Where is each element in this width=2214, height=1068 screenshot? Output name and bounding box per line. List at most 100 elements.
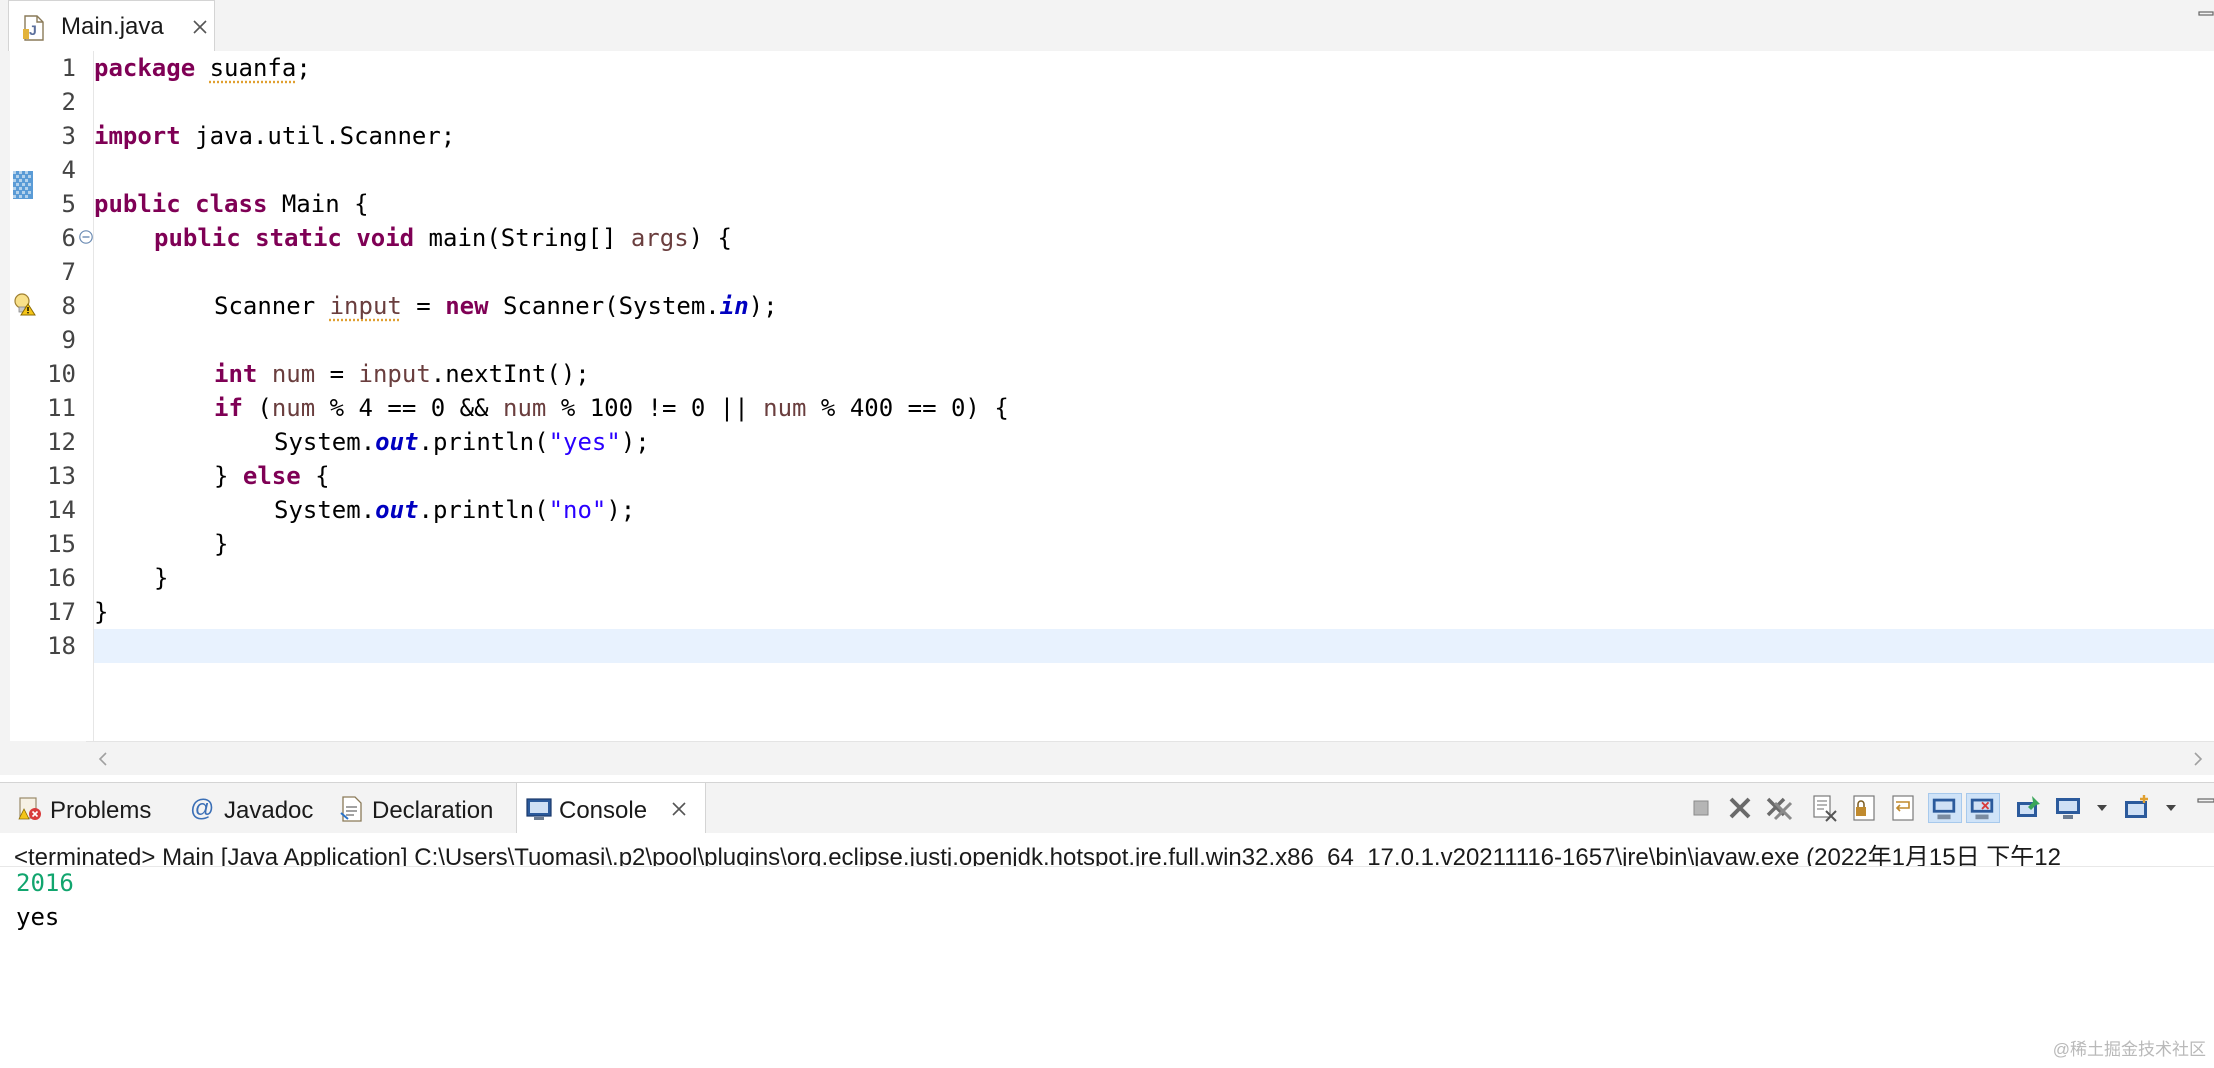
code-line[interactable] — [94, 255, 2214, 289]
tab-label: Problems — [50, 797, 152, 824]
code-line[interactable] — [94, 153, 2214, 187]
console-icon — [526, 798, 552, 820]
scroll-right-icon[interactable] — [2191, 750, 2205, 768]
line-number: 14 — [47, 496, 76, 524]
code-token: = — [315, 360, 359, 388]
code-line[interactable]: if (num % 4 == 0 && num % 100 != 0 || nu… — [94, 391, 2214, 425]
show-console-on-stdout-icon — [1932, 798, 1956, 820]
code-token: input — [358, 360, 431, 388]
code-token: public — [94, 190, 181, 218]
code-token: new — [445, 292, 489, 320]
code-token: = — [401, 292, 446, 320]
code-token: { — [300, 462, 330, 490]
code-token: suanfa — [209, 54, 297, 82]
minimize-icon[interactable] — [2192, 793, 2214, 823]
code-token: } — [154, 564, 169, 592]
pin-console-icon[interactable] — [2014, 793, 2044, 823]
line-number: 4 — [61, 156, 76, 184]
code-token: num — [271, 360, 316, 388]
display-selected-console-icon[interactable] — [2053, 793, 2083, 823]
collapse-icon[interactable] — [78, 229, 94, 245]
code-token: .println( — [418, 496, 549, 524]
clear-console-icon[interactable] — [1810, 793, 1840, 823]
code-area[interactable]: 1 2 3 4 5 6 7 8 9 10 11 12 13 14 15 16 17 18 package suan… — [10, 51, 2214, 741]
line-number: 8 — [61, 292, 76, 320]
code-line[interactable]: } else { — [94, 459, 2214, 493]
code-token: if — [214, 394, 243, 422]
line-number: 15 — [47, 530, 76, 558]
console-output-line[interactable]: yes — [16, 903, 59, 931]
java-file-icon: J — [23, 15, 44, 41]
code-line[interactable]: } — [94, 527, 2214, 561]
code-token: .println( — [418, 428, 549, 456]
line-number: 3 — [61, 122, 76, 150]
code-token: else — [242, 462, 301, 490]
terminate-icon[interactable] — [1686, 793, 1716, 823]
line-number: 1 — [61, 54, 76, 82]
tab-problems[interactable]: Problems — [8, 783, 178, 833]
line-number: 11 — [47, 394, 76, 422]
code-line[interactable]: } — [94, 595, 2214, 629]
scroll-lock-icon[interactable] — [1849, 793, 1879, 823]
console-input-line[interactable]: 2016 — [16, 869, 74, 897]
code-token: main(String[] — [414, 224, 631, 252]
code-token: ) { — [688, 224, 733, 252]
line-number: 13 — [47, 462, 76, 490]
code-token: void — [356, 224, 415, 252]
code-token: package — [94, 54, 196, 82]
show-console-on-stderr-toggle[interactable] — [1966, 793, 2000, 823]
horizontal-scrollbar[interactable] — [86, 741, 2214, 775]
code-line[interactable] — [94, 323, 2214, 357]
code-lines[interactable]: package suanfa; import java.util.Scanner;… — [94, 51, 2214, 741]
code-line[interactable]: import java.util.Scanner; — [94, 119, 2214, 153]
chevron-down-icon[interactable] — [2096, 803, 2108, 813]
code-line[interactable]: int num = input.nextInt(); — [94, 357, 2214, 391]
tab-label: Javadoc — [224, 797, 314, 824]
annotation-ruler — [10, 51, 36, 741]
code-line[interactable]: System.out.println("yes"); — [94, 425, 2214, 459]
code-token: .nextInt(); — [430, 360, 590, 388]
line-number: 6 — [61, 224, 76, 252]
line-number: 18 — [47, 632, 76, 660]
code-line[interactable]: System.out.println("no"); — [94, 493, 2214, 527]
tab-declaration[interactable]: Declaration — [330, 783, 516, 833]
open-console-icon[interactable] — [2122, 793, 2152, 823]
scroll-left-icon[interactable] — [96, 750, 110, 768]
bookmark-icon[interactable] — [12, 170, 34, 200]
word-wrap-icon[interactable] — [1888, 793, 1918, 823]
code-token: ( — [242, 394, 272, 422]
tab-console[interactable]: Console — [516, 783, 706, 833]
warning-lightbulb-icon[interactable] — [12, 292, 36, 316]
code-token: System. — [274, 428, 376, 456]
show-console-on-stdout-toggle[interactable] — [1928, 793, 1962, 823]
code-token: % 4 == 0 && — [315, 394, 504, 422]
code-line[interactable] — [94, 85, 2214, 119]
close-icon[interactable] — [670, 800, 688, 818]
editor-tab-bar: J Main.java — [0, 0, 2214, 51]
chevron-down-icon[interactable] — [2165, 803, 2177, 813]
code-token: import — [94, 122, 181, 150]
code-token: System. — [274, 496, 376, 524]
close-icon[interactable] — [191, 18, 209, 36]
current-code-line[interactable] — [94, 629, 2214, 663]
editor-pane: J Main.java 1 2 3 4 5 6 7 8 9 10 11 12 1… — [0, 0, 2214, 775]
problems-icon — [18, 797, 41, 820]
remove-all-terminated-icon[interactable] — [1764, 793, 1794, 823]
code-token: out — [375, 496, 419, 524]
maximize-icon[interactable] — [2198, 8, 2214, 24]
code-line[interactable]: } — [94, 561, 2214, 595]
code-token: } — [214, 530, 229, 558]
code-line[interactable]: Scanner input = new Scanner(System.in); — [94, 289, 2214, 323]
code-token: } — [214, 462, 243, 490]
code-line[interactable]: public class Main { — [94, 187, 2214, 221]
tab-javadoc[interactable]: @ Javadoc — [182, 783, 330, 833]
code-token: "no" — [548, 496, 607, 524]
editor-tab-main-java[interactable]: J Main.java — [8, 0, 215, 51]
show-console-on-stderr-icon — [1970, 798, 1994, 820]
code-line[interactable]: public static void main(String[] args) { — [94, 221, 2214, 255]
line-number: 9 — [61, 326, 76, 354]
code-line[interactable]: package suanfa; — [94, 51, 2214, 85]
remove-launch-icon[interactable] — [1725, 793, 1755, 823]
bottom-panel: Problems @ Javadoc Declaration Console <… — [0, 782, 2214, 1068]
